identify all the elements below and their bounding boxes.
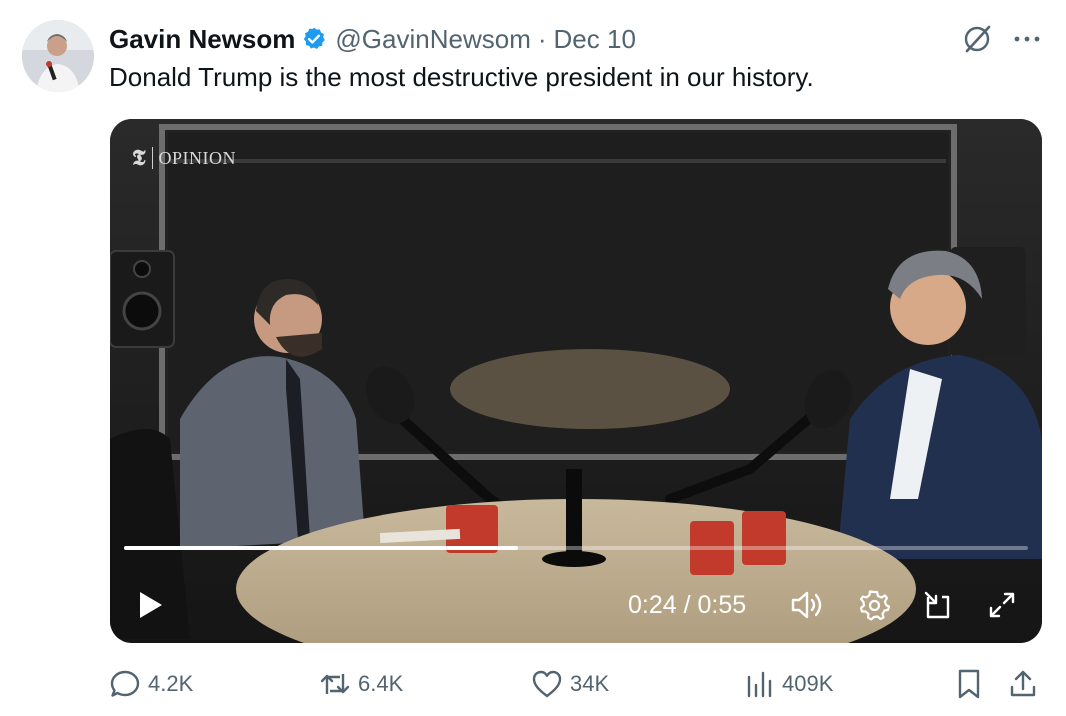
fullscreen-icon[interactable]	[982, 585, 1022, 625]
play-icon[interactable]	[130, 585, 170, 625]
repost-count: 6.4K	[358, 671, 404, 696]
avatar[interactable]	[22, 20, 94, 92]
view-count: 409K	[782, 671, 834, 696]
post-text: Donald Trump is the most destructive pre…	[109, 62, 814, 92]
nyt-opinion-brand: 𝕿 OPINION	[132, 145, 236, 171]
bookmark-icon[interactable]	[954, 666, 988, 702]
author-name[interactable]: Gavin Newsom	[109, 24, 295, 55]
reply-count: 4.2K	[148, 671, 194, 696]
current-time: 0:24	[628, 590, 677, 619]
volume-icon[interactable]	[788, 585, 828, 625]
progress-bar[interactable]	[124, 546, 1028, 550]
reply-button[interactable]: 4.2K	[108, 666, 193, 702]
duration: 0:55	[697, 590, 747, 619]
nyt-logo-icon: 𝕿	[132, 145, 146, 171]
video-player[interactable]: 𝕿 OPINION 0:24 / 0:55	[110, 119, 1042, 643]
verified-badge-icon	[301, 26, 327, 52]
reply-icon	[108, 667, 142, 701]
post-header: Gavin Newsom @GavinNewsom · Dec 10	[109, 22, 636, 56]
author-handle[interactable]: @GavinNewsom	[335, 24, 530, 55]
gear-icon[interactable]	[854, 585, 894, 625]
video-frame	[110, 119, 1042, 643]
repost-icon	[318, 667, 352, 701]
separator-dot: ·	[537, 23, 547, 54]
views-icon	[742, 667, 776, 701]
like-count: 34K	[570, 671, 610, 696]
views-button[interactable]: 409K	[742, 666, 833, 702]
dock-icon[interactable]	[918, 585, 958, 625]
action-bar: 4.2K 6.4K 34K 409K	[0, 666, 1066, 702]
time-separator: /	[676, 590, 698, 619]
more-icon[interactable]	[1010, 22, 1044, 56]
brand-divider	[151, 147, 153, 169]
time-display: 0:24 / 0:55	[628, 585, 746, 625]
grok-icon[interactable]	[960, 22, 994, 56]
brand-label: OPINION	[158, 147, 237, 168]
progress-fill	[124, 546, 519, 550]
post-date[interactable]: Dec 10	[554, 24, 636, 55]
heart-icon	[530, 667, 564, 701]
like-button[interactable]: 34K	[530, 666, 609, 702]
share-icon[interactable]	[1008, 666, 1042, 702]
repost-button[interactable]: 6.4K	[318, 666, 403, 702]
